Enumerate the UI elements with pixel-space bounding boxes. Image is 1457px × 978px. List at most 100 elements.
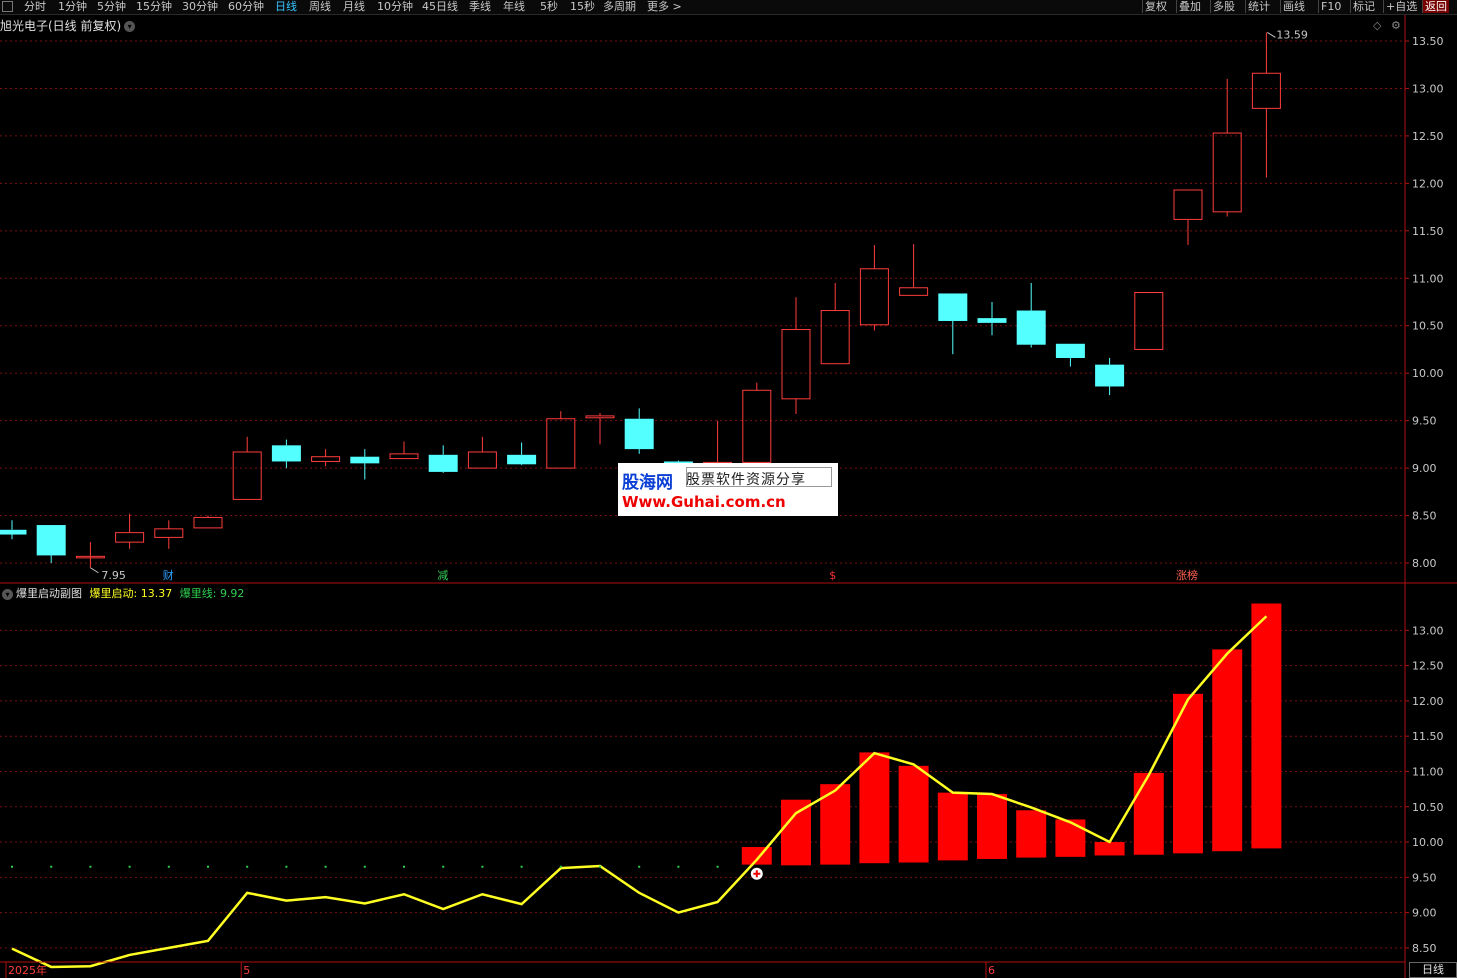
candle-body xyxy=(232,451,262,500)
high-marker: 13.59 xyxy=(1276,28,1308,41)
y-tick-label: 13.50 xyxy=(1412,35,1444,48)
y-tick-label: 13.00 xyxy=(1412,624,1444,637)
indicator-bar xyxy=(741,846,772,865)
y-tick-label: 10.50 xyxy=(1412,801,1444,814)
candle-body xyxy=(859,268,889,326)
candle xyxy=(1134,292,1164,350)
candle xyxy=(507,442,537,466)
period-button[interactable]: 日线 xyxy=(1409,962,1457,978)
y-tick-label: 9.50 xyxy=(1412,415,1437,428)
candle-body xyxy=(389,453,419,460)
indicator-bar xyxy=(1212,649,1243,852)
indicator-dot xyxy=(324,865,327,868)
candle-body xyxy=(1173,189,1203,220)
candle-body xyxy=(154,528,184,538)
candle-body xyxy=(977,318,1007,323)
y-tick-label: 9.00 xyxy=(1412,907,1437,920)
candle-body xyxy=(938,293,968,321)
event-marker: $ xyxy=(829,569,836,582)
candle xyxy=(899,244,929,296)
candle xyxy=(820,283,850,365)
indicator-dot xyxy=(403,865,405,868)
candle xyxy=(0,520,27,540)
watermark: 股海网 股票软件资源分享 Www.Guhai.com.cn xyxy=(618,463,838,516)
candle xyxy=(311,449,341,467)
indicator-bar xyxy=(1016,810,1047,858)
indicator-dot xyxy=(128,865,131,868)
indicator-dot xyxy=(167,865,170,868)
candle xyxy=(742,382,772,463)
candle-body xyxy=(1055,343,1085,358)
indicator-dot xyxy=(677,865,680,868)
indicator-dot xyxy=(638,865,641,868)
y-tick-label: 11.00 xyxy=(1412,765,1444,778)
high-marker-arrow xyxy=(1267,32,1276,38)
x-tick-label: 5 xyxy=(243,964,250,977)
y-tick-label: 8.00 xyxy=(1412,557,1437,570)
low-marker: 7.95 xyxy=(101,569,126,582)
candle-body xyxy=(428,454,458,472)
y-tick-label: 11.50 xyxy=(1412,225,1444,238)
candle xyxy=(271,439,301,469)
event-marker: 涨榜 xyxy=(1176,568,1198,582)
event-marker: 减 xyxy=(437,569,448,582)
indicator-bar xyxy=(1133,772,1164,855)
candle xyxy=(115,513,145,549)
indicator-dot xyxy=(285,865,288,868)
indicator-dot xyxy=(50,865,53,868)
indicator-dot xyxy=(599,865,601,868)
candle xyxy=(350,449,380,480)
y-tick-label: 8.50 xyxy=(1412,510,1437,523)
watermark-subtitle: 股票软件资源分享 xyxy=(686,472,806,488)
candle xyxy=(1173,189,1203,246)
y-tick-label: 9.50 xyxy=(1412,871,1437,884)
candle-body xyxy=(467,451,497,469)
candle xyxy=(585,413,615,445)
candle-body xyxy=(1251,72,1281,109)
indicator-line xyxy=(11,615,1268,969)
candle-body xyxy=(742,389,772,463)
candle-body xyxy=(1134,292,1164,350)
candle xyxy=(977,302,1007,336)
candle-body xyxy=(1095,364,1125,387)
candle xyxy=(389,441,419,460)
y-tick-label: 10.00 xyxy=(1412,367,1444,380)
indicator-dot xyxy=(716,865,719,868)
candle-body xyxy=(271,445,301,462)
candle-body xyxy=(193,516,223,529)
indicator-bar xyxy=(1094,842,1125,856)
candle xyxy=(781,297,811,414)
candle-body xyxy=(899,287,929,296)
candle-body xyxy=(0,529,27,535)
candle-body xyxy=(1212,132,1242,213)
y-tick-label: 10.50 xyxy=(1412,320,1444,333)
indicator-dot xyxy=(207,865,209,868)
indicator-bar xyxy=(898,765,929,863)
indicator-bar xyxy=(977,794,1007,859)
candle xyxy=(428,445,458,473)
indicator-bar xyxy=(781,799,811,866)
candle-body xyxy=(585,415,615,419)
candle-body xyxy=(350,456,380,464)
indicator-bar xyxy=(859,752,890,864)
candle xyxy=(75,542,105,568)
low-marker-arrow xyxy=(90,567,99,574)
y-tick-label: 8.50 xyxy=(1412,942,1437,955)
indicator-bar xyxy=(1055,819,1086,857)
x-tick-label: 2025年 xyxy=(8,963,47,977)
candle xyxy=(1016,283,1046,348)
y-tick-label: 12.00 xyxy=(1412,695,1444,708)
indicator-dot xyxy=(559,865,562,868)
indicator-dot xyxy=(11,865,13,868)
y-tick-label: 12.50 xyxy=(1412,130,1444,143)
indicator-bar xyxy=(1251,603,1282,849)
candle xyxy=(624,408,654,454)
watermark-logo: 股海网 xyxy=(622,473,673,493)
indicator-dot xyxy=(89,865,92,868)
candle-body xyxy=(507,454,537,465)
indicator-dot xyxy=(442,865,445,868)
candle xyxy=(193,515,223,529)
x-tick-label: 6 xyxy=(988,964,995,977)
indicator-dot xyxy=(481,865,484,868)
y-tick-label: 10.00 xyxy=(1412,836,1444,849)
